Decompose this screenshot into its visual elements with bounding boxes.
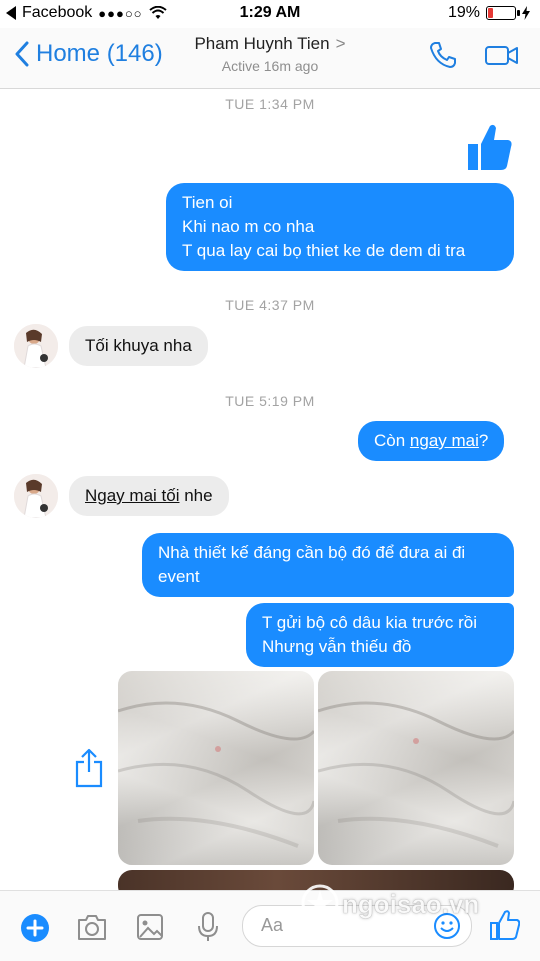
svg-text:ngoisao.vn: ngoisao.vn <box>342 889 479 919</box>
thumbs-up-sticker-icon <box>468 124 512 170</box>
message-text: nhe <box>179 486 213 505</box>
message-line: Khi nao m co nha <box>182 217 315 236</box>
battery-percent: 19% <box>447 4 480 21</box>
plus-icon[interactable] <box>20 913 50 943</box>
image-gallery-icon[interactable] <box>136 913 164 941</box>
phone-call-icon[interactable] <box>428 40 458 70</box>
header-actions <box>428 40 520 70</box>
watermark-logo: ngoisao.vn <box>301 884 480 922</box>
microphone-icon[interactable] <box>196 911 220 943</box>
date-link[interactable]: ngay mai <box>410 431 479 450</box>
fabric-image <box>318 701 514 848</box>
contact-avatar[interactable] <box>14 474 58 518</box>
photo-attachment[interactable] <box>318 671 514 865</box>
outgoing-message[interactable]: T gửi bộ cô dâu kia trước rồi Nhưng vẫn … <box>246 603 514 667</box>
contact-name: Pham Huynh Tien <box>194 34 330 53</box>
message-line: T gửi bộ cô dâu kia trước rồi <box>262 613 478 632</box>
incoming-message[interactable]: Ngay mai tối nhe <box>69 476 229 516</box>
timestamp: TUE 4:37 PM <box>225 297 315 313</box>
message-line: Nhưng vẫn thiếu đồ <box>262 637 412 656</box>
conversation-header: Home (146) Pham Huynh Tien > Active 16m a… <box>0 28 540 89</box>
watermark: ngoisao.vn <box>298 880 534 935</box>
timestamp: TUE 5:19 PM <box>225 393 315 409</box>
date-link[interactable]: Ngay mai tối <box>85 486 179 505</box>
avatar-image <box>14 324 58 368</box>
timestamp: TUE 1:34 PM <box>225 96 315 112</box>
status-bar: Facebook ●●●○○ 1:29 AM 19% <box>0 0 540 28</box>
chevron-right-icon: > <box>335 34 346 53</box>
outgoing-message[interactable]: Nhà thiết kế đáng cần bộ đó để đưa ai đi… <box>142 533 514 597</box>
outgoing-message[interactable]: Còn ngay mai? <box>358 421 505 461</box>
charging-icon <box>522 6 530 20</box>
photo-attachment[interactable] <box>118 671 314 865</box>
share-icon[interactable] <box>74 748 104 788</box>
battery-icon <box>486 6 520 20</box>
camera-icon[interactable] <box>76 913 108 941</box>
battery-fill <box>488 8 494 18</box>
incoming-message[interactable]: Tối khuya nha <box>69 326 208 366</box>
message-line: Tien oi <box>182 193 233 212</box>
message-text: ? <box>478 431 489 450</box>
fabric-image <box>118 701 314 848</box>
video-call-icon[interactable] <box>484 40 520 70</box>
status-right: 19% <box>448 4 530 22</box>
message-text: Còn <box>374 431 410 450</box>
message-input-placeholder: Aa <box>261 915 284 935</box>
contact-avatar[interactable] <box>14 324 58 368</box>
message-line: Nhà thiết kế đáng cần bộ đó để đưa ai đi <box>158 543 466 562</box>
message-line: event <box>158 567 200 586</box>
outgoing-message[interactable]: Tien oi Khi nao m co nha T qua lay cai b… <box>166 183 514 271</box>
message-line: T qua lay cai bọ thiet ke de dem di tra <box>182 241 466 260</box>
avatar-image <box>14 474 58 518</box>
